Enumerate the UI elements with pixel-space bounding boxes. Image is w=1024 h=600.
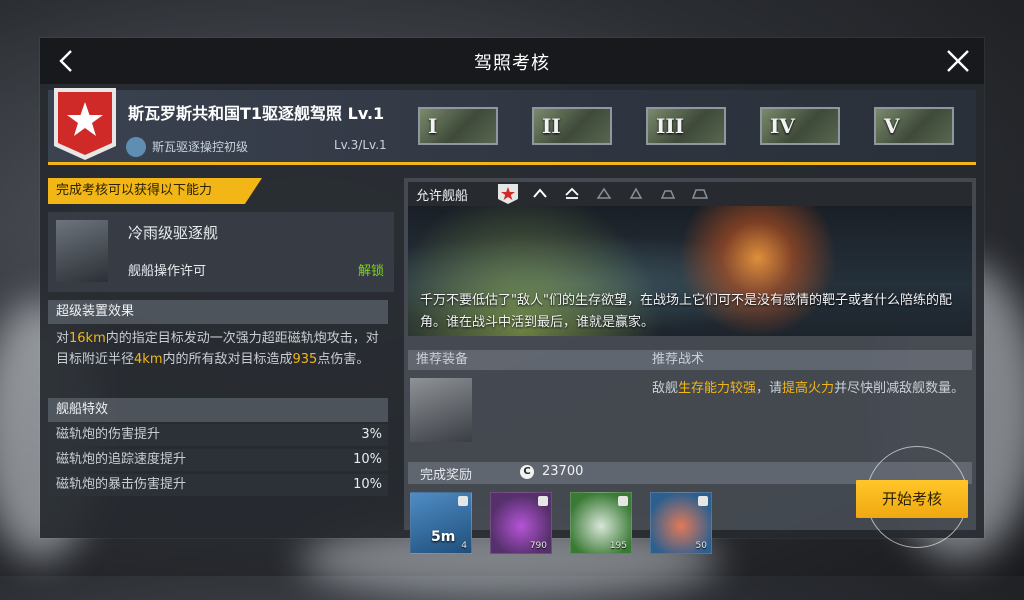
license-exam-dialog: 驾照考核 斯瓦罗斯共和国T1驱逐舰驾照 Lv.1 斯瓦驱逐操控初级 Lv.3/L…: [40, 38, 984, 554]
lock-icon: [538, 496, 548, 506]
reward-label: 完成奖励: [420, 468, 473, 483]
start-exam-button[interactable]: 开始考核: [856, 480, 968, 518]
reward-item[interactable]: 5m 4: [410, 492, 472, 554]
reward-item-quantity: 195: [609, 541, 627, 551]
title-bar: 驾照考核: [40, 38, 984, 84]
ship-permit: 舰船操作许可: [128, 264, 207, 279]
trait-row: 磁轨炮的暴击伤害提升 10%: [48, 474, 388, 496]
allowed-ships-bar: 允许舰船: [408, 182, 972, 206]
tier-tab-1[interactable]: I: [418, 107, 498, 145]
recommend-equipment-heading: 推荐装备: [416, 352, 469, 367]
ship-class-icon: [660, 190, 676, 199]
recommend-tactic-heading: 推荐战术: [652, 352, 705, 367]
recommended-tactic-text: 敌舰生存能力较强，请提高火力并尽快削减敌舰数量。: [652, 381, 965, 396]
trait-row: 磁轨炮的伤害提升 3%: [48, 424, 388, 446]
license-title: 斯瓦罗斯共和国T1驱逐舰驾照 Lv.1: [128, 104, 385, 123]
dialog-title: 驾照考核: [474, 53, 550, 74]
credit-coin-icon: C: [520, 465, 534, 479]
license-header: 斯瓦罗斯共和国T1驱逐舰驾照 Lv.1 斯瓦驱逐操控初级 Lv.3/Lv.1 I…: [48, 88, 976, 165]
skill-icon: [126, 137, 146, 157]
tier-tab-2[interactable]: II: [532, 107, 612, 145]
reward-item-quantity: 50: [695, 541, 707, 551]
battle-scene-image: 千万不要低估了"敌人"们的生存欲望，在战场上它们可不是没有感情的靶子或者什么陪练…: [408, 206, 972, 336]
ship-thumbnail: [56, 220, 108, 282]
lock-icon: [458, 496, 468, 506]
ship-traits-heading: 舰船特效: [48, 398, 388, 422]
reward-item[interactable]: 790: [490, 492, 552, 554]
rank-star-badge-icon: [54, 88, 116, 160]
lock-icon: [698, 496, 708, 506]
abilities-panel: 完成考核可以获得以下能力 冷雨级驱逐舰 舰船操作许可 解锁 超级装置效果 对16…: [48, 178, 394, 530]
ship-name: 冷雨级驱逐舰: [128, 224, 219, 242]
flavor-text: 千万不要低估了"敌人"们的生存欲望，在战场上它们可不是没有感情的靶子或者什么陪练…: [420, 293, 952, 330]
reward-item[interactable]: 50: [650, 492, 712, 554]
skill-level: Lv.3/Lv.1: [334, 138, 387, 152]
ship-class-icon: [692, 189, 708, 199]
reward-item[interactable]: 195: [570, 492, 632, 554]
reward-item-name: 5m: [431, 529, 456, 545]
unlock-status: 解锁: [357, 264, 384, 279]
trait-row: 磁轨炮的追踪速度提升 10%: [48, 449, 388, 471]
super-device-heading: 超级装置效果: [48, 300, 388, 324]
tier-tab-3[interactable]: III: [646, 107, 726, 145]
ship-class-icon: [629, 187, 643, 199]
reward-item-quantity: 4: [461, 541, 467, 551]
close-icon: [947, 50, 969, 72]
star-rank-icon: [498, 184, 518, 204]
recommended-equipment-item[interactable]: [410, 378, 472, 442]
gain-banner: 完成考核可以获得以下能力: [48, 178, 262, 204]
tier-tab-4[interactable]: IV: [760, 107, 840, 145]
reward-item-quantity: 790: [529, 541, 547, 551]
skill-name: 斯瓦驱逐操控初级: [152, 140, 249, 154]
lock-icon: [618, 496, 628, 506]
close-button[interactable]: [944, 47, 972, 75]
super-device-description: 对16km内的指定目标发动一次强力超距磁轨炮攻击，对目标附近半径4km内的所有敌…: [56, 331, 379, 367]
exam-detail-panel: 千万不要低估了"敌人"们的生存欲望，在战场上它们可不是没有感情的靶子或者什么陪练…: [404, 178, 976, 554]
tier-tab-5[interactable]: V: [874, 107, 954, 145]
ship-class-icon: [565, 187, 579, 199]
reward-credits: 23700: [542, 464, 584, 479]
ship-card[interactable]: 冷雨级驱逐舰 舰船操作许可 解锁: [48, 212, 394, 292]
ship-class-icon: [596, 187, 612, 199]
allowed-ships-label: 允许舰船: [416, 189, 469, 204]
ship-class-icon: [533, 188, 547, 198]
